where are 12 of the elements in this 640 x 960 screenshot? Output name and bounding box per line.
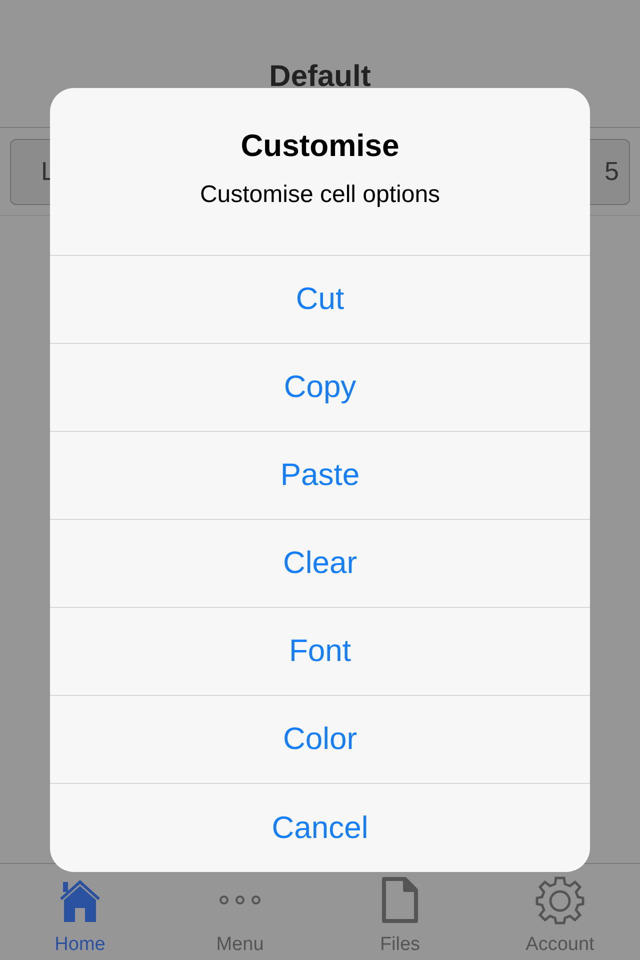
dialog-action[interactable]: Clear — [50, 520, 590, 608]
dialog-action[interactable]: Cut — [50, 256, 590, 344]
settings-icon — [535, 875, 585, 925]
dialog-action[interactable]: Font — [50, 608, 590, 696]
dialog-message: Customise cell options — [200, 183, 440, 207]
dialog-action[interactable]: Color — [50, 696, 590, 784]
dialog-action[interactable]: Paste — [50, 432, 590, 520]
more-icon — [218, 895, 262, 905]
dialog-title: Customise — [240, 130, 400, 161]
dialog-action[interactable]: Copy — [50, 344, 590, 432]
screen-title: Default — [269, 62, 371, 95]
file-icon — [381, 876, 419, 924]
